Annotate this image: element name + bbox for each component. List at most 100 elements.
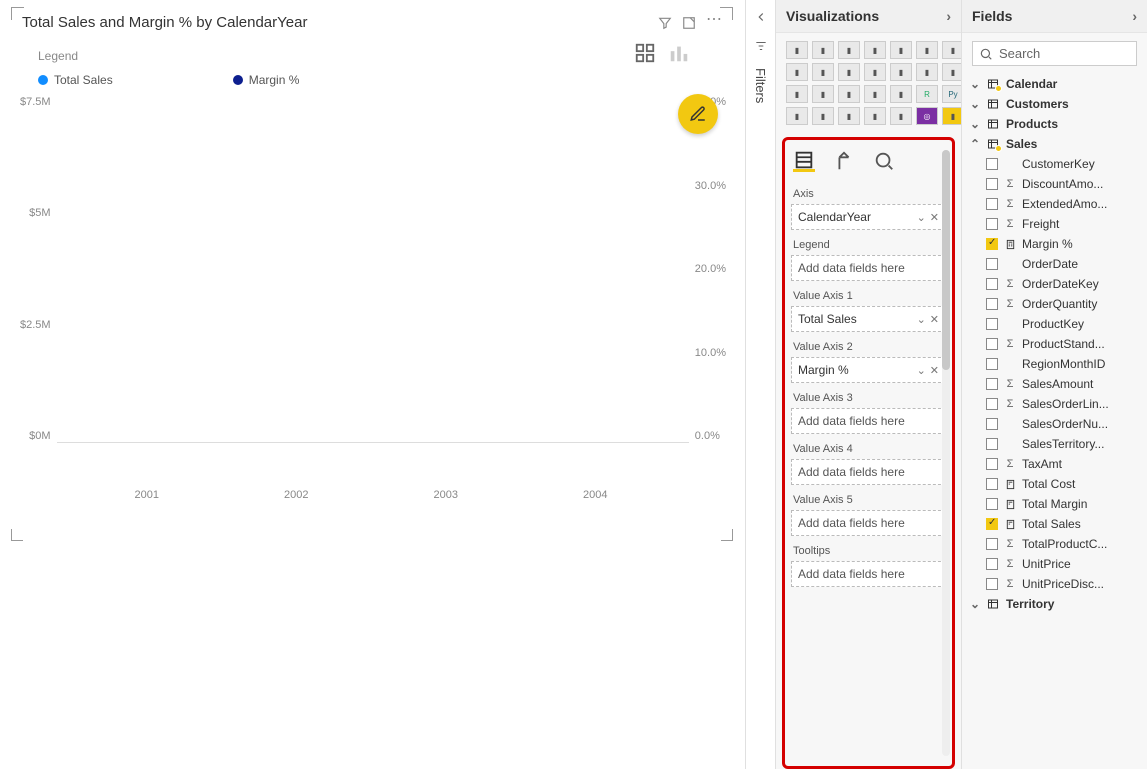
field-salesordernu[interactable]: SalesOrderNu...	[968, 414, 1141, 434]
field-salesorderlin[interactable]: ΣSalesOrderLin...	[968, 394, 1141, 414]
well-value-5[interactable]: Add data fields here	[791, 510, 946, 536]
legend-item-margin[interactable]: Margin %	[233, 73, 300, 87]
chart-card[interactable]: Total Sales and Margin % by CalendarYear…	[12, 8, 732, 540]
field-extendedamo[interactable]: ΣExtendedAmo...	[968, 194, 1141, 214]
well-axis[interactable]: CalendarYear ⌄✕	[791, 204, 946, 230]
field-regionmonthid[interactable]: RegionMonthID	[968, 354, 1141, 374]
viz-icon[interactable]: ▮	[838, 63, 860, 81]
field-unitprice[interactable]: ΣUnitPrice	[968, 554, 1141, 574]
table-calendar[interactable]: ⌄ Calendar	[968, 74, 1141, 94]
viz-icon[interactable]: ▮	[890, 63, 912, 81]
field-totalproductc[interactable]: ΣTotalProductC...	[968, 534, 1141, 554]
checkbox[interactable]	[986, 518, 998, 530]
field-productstand[interactable]: ΣProductStand...	[968, 334, 1141, 354]
field-productkey[interactable]: ProductKey	[968, 314, 1141, 334]
field-orderdate[interactable]: OrderDate	[968, 254, 1141, 274]
field-discountamo[interactable]: ΣDiscountAmo...	[968, 174, 1141, 194]
viz-icon[interactable]: ▮	[838, 41, 860, 59]
field-salesterritory[interactable]: SalesTerritory...	[968, 434, 1141, 454]
chevron-right-icon[interactable]: ›	[946, 8, 951, 24]
field-unitpricedisc[interactable]: ΣUnitPriceDisc...	[968, 574, 1141, 594]
well-value-2[interactable]: Margin % ⌄✕	[791, 357, 946, 383]
remove-icon[interactable]: ✕	[930, 313, 939, 326]
viz-icon[interactable]: ▮	[864, 63, 886, 81]
focus-mode-icon[interactable]	[682, 16, 696, 30]
viz-icon[interactable]: ▮	[864, 85, 886, 103]
checkbox[interactable]	[986, 578, 998, 590]
tab-fields[interactable]	[793, 150, 815, 172]
viz-icon[interactable]: ▮	[890, 41, 912, 59]
well-value-4[interactable]: Add data fields here	[791, 459, 946, 485]
well-value-1[interactable]: Total Sales ⌄✕	[791, 306, 946, 332]
checkbox[interactable]	[986, 438, 998, 450]
checkbox[interactable]	[986, 538, 998, 550]
chevron-right-icon[interactable]: ›	[1132, 8, 1137, 24]
checkbox[interactable]	[986, 498, 998, 510]
chevron-left-icon[interactable]	[754, 10, 768, 27]
field-margin[interactable]: Margin %	[968, 234, 1141, 254]
tab-format[interactable]	[833, 150, 855, 172]
viz-icon[interactable]: ▮	[812, 63, 834, 81]
field-orderdatekey[interactable]: ΣOrderDateKey	[968, 274, 1141, 294]
checkbox[interactable]	[986, 418, 998, 430]
viz-icon[interactable]: ▮	[916, 63, 938, 81]
table-territory[interactable]: ⌄ Territory	[968, 594, 1141, 614]
checkbox[interactable]	[986, 298, 998, 310]
viz-icon[interactable]: ▮	[838, 85, 860, 103]
viz-icon[interactable]: ◎	[916, 107, 938, 125]
checkbox[interactable]	[986, 218, 998, 230]
checkbox[interactable]	[986, 318, 998, 330]
field-freight[interactable]: ΣFreight	[968, 214, 1141, 234]
remove-icon[interactable]: ✕	[930, 364, 939, 377]
field-customerkey[interactable]: CustomerKey	[968, 154, 1141, 174]
scrollbar[interactable]	[942, 150, 950, 756]
viz-icon[interactable]: ▮	[864, 41, 886, 59]
checkbox[interactable]	[986, 378, 998, 390]
checkbox[interactable]	[986, 278, 998, 290]
well-tooltips[interactable]: Add data fields here	[791, 561, 946, 587]
checkbox[interactable]	[986, 458, 998, 470]
grid-mode-icon[interactable]	[634, 42, 656, 67]
viz-icon[interactable]: R	[916, 85, 938, 103]
viz-icon[interactable]: ▮	[916, 41, 938, 59]
checkbox[interactable]	[986, 158, 998, 170]
well-legend[interactable]: Add data fields here	[791, 255, 946, 281]
checkbox[interactable]	[986, 398, 998, 410]
viz-icon[interactable]: ▮	[812, 107, 834, 125]
viz-icon[interactable]: ▮	[786, 85, 808, 103]
tab-analytics[interactable]	[873, 150, 895, 172]
more-options-icon[interactable]: ⋯	[706, 16, 720, 30]
remove-icon[interactable]: ✕	[930, 211, 939, 224]
viz-icon[interactable]: ▮	[812, 85, 834, 103]
field-orderquantity[interactable]: ΣOrderQuantity	[968, 294, 1141, 314]
checkbox[interactable]	[986, 238, 998, 250]
filters-icon[interactable]	[754, 39, 768, 56]
viz-icon[interactable]: ▮	[786, 63, 808, 81]
viz-icon[interactable]: ▮	[786, 41, 808, 59]
table-sales[interactable]: ⌃ Sales	[968, 134, 1141, 154]
table-products[interactable]: ⌄ Products	[968, 114, 1141, 134]
field-salesamount[interactable]: ΣSalesAmount	[968, 374, 1141, 394]
legend-item-total-sales[interactable]: Total Sales	[38, 73, 113, 87]
chevron-down-icon[interactable]: ⌄	[917, 211, 926, 224]
checkbox[interactable]	[986, 198, 998, 210]
viz-icon[interactable]: ▮	[890, 85, 912, 103]
filters-panel-collapsed[interactable]: Filters	[745, 0, 775, 769]
field-totalcost[interactable]: Total Cost	[968, 474, 1141, 494]
viz-icon[interactable]: ▮	[864, 107, 886, 125]
viz-icon[interactable]: ▮	[812, 41, 834, 59]
checkbox[interactable]	[986, 358, 998, 370]
search-input[interactable]: Search	[972, 41, 1137, 66]
field-totalsales[interactable]: Total Sales	[968, 514, 1141, 534]
viz-icon[interactable]: ▮	[838, 107, 860, 125]
checkbox[interactable]	[986, 338, 998, 350]
filter-icon[interactable]	[658, 16, 672, 30]
table-customers[interactable]: ⌄ Customers	[968, 94, 1141, 114]
checkbox[interactable]	[986, 478, 998, 490]
field-totalmargin[interactable]: Total Margin	[968, 494, 1141, 514]
chevron-down-icon[interactable]: ⌄	[917, 313, 926, 326]
well-value-3[interactable]: Add data fields here	[791, 408, 946, 434]
checkbox[interactable]	[986, 558, 998, 570]
chevron-down-icon[interactable]: ⌄	[917, 364, 926, 377]
chart-plot-area[interactable]	[57, 93, 689, 443]
